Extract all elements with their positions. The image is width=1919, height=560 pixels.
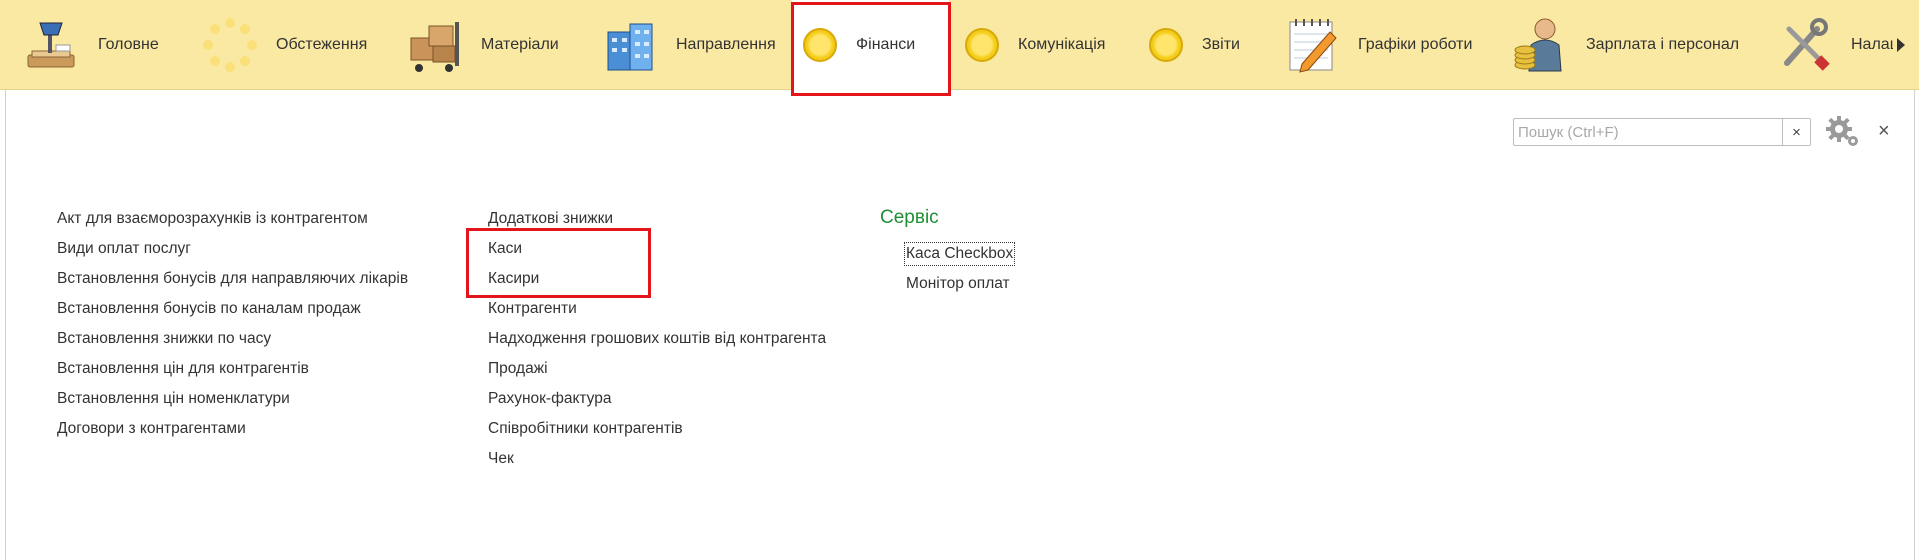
notepad-pencil-icon — [1282, 15, 1342, 75]
list-item[interactable]: Монітор оплат — [906, 274, 1010, 294]
gear-icon[interactable] — [1826, 116, 1860, 148]
yellow-circle-icon — [800, 15, 840, 75]
nav-item-salary[interactable]: Зарплата і персонал — [1510, 0, 1739, 90]
nav-item-settings[interactable]: Налаш — [1775, 0, 1893, 90]
list-item-kasy[interactable]: Каси — [488, 239, 522, 259]
desk-lamp-icon — [22, 15, 82, 75]
nav-item-home[interactable]: Головне — [22, 0, 159, 90]
content-border-left — [5, 90, 6, 560]
list-item[interactable]: Надходження грошових коштів від контраге… — [488, 329, 826, 349]
list-item[interactable]: Продажі — [488, 359, 548, 379]
nav-item-label: Звіти — [1202, 36, 1240, 53]
search-input[interactable] — [1514, 119, 1792, 145]
nav-item-label: Направлення — [676, 36, 776, 53]
search-field[interactable]: × — [1513, 118, 1811, 146]
list-item-checkbox[interactable]: Каса Checkbox — [903, 242, 1016, 266]
list-item[interactable]: Співробітники контрагентів — [488, 419, 683, 439]
nav-item-materials[interactable]: Матеріали — [405, 0, 559, 90]
list-item[interactable]: Чек — [488, 449, 514, 469]
list-item[interactable]: Рахунок-фактура — [488, 389, 612, 409]
section-panel: Головне Обстеження Матеріали Направлення… — [0, 0, 1919, 90]
scroll-right-arrow-icon[interactable] — [1897, 38, 1905, 52]
yellow-circle-icon — [962, 15, 1002, 75]
nav-item-finance[interactable]: Фінанси — [792, 0, 949, 90]
nav-item-label: Графіки роботи — [1358, 36, 1473, 53]
nav-item-label: Матеріали — [481, 36, 559, 53]
loading-ring-icon — [200, 15, 260, 75]
nav-item-schedules[interactable]: Графіки роботи — [1282, 0, 1472, 90]
nav-item-reports[interactable]: Звіти — [1146, 0, 1240, 90]
list-item[interactable]: Додаткові знижки — [488, 209, 613, 229]
list-item[interactable]: Встановлення бонусів для направляючих лі… — [57, 269, 408, 289]
nav-item-label: Фінанси — [856, 36, 916, 53]
nav-item-communication[interactable]: Комунікація — [962, 0, 1105, 90]
clear-search-button[interactable]: × — [1782, 119, 1810, 145]
nav-item-label: Налаш — [1851, 36, 1893, 53]
list-item[interactable]: Договори з контрагентами — [57, 419, 246, 439]
boxes-cart-icon — [405, 15, 465, 75]
nav-item-exams[interactable]: Обстеження — [200, 0, 367, 90]
close-icon[interactable]: × — [1878, 119, 1890, 143]
list-item[interactable]: Встановлення знижки по часу — [57, 329, 271, 349]
nav-item-label: Обстеження — [276, 36, 368, 53]
list-item[interactable]: Встановлення бонусів по каналам продаж — [57, 299, 361, 319]
nav-item-label: Зарплата і персонал — [1586, 36, 1740, 53]
list-item[interactable]: Акт для взаєморозрахунків із контрагенто… — [57, 209, 368, 229]
list-item[interactable]: Встановлення цін номенклатури — [57, 389, 290, 409]
list-item[interactable]: Встановлення цін для контрагентів — [57, 359, 309, 379]
section-title-service: Сервіс — [880, 207, 939, 228]
list-item[interactable]: Види оплат послуг — [57, 239, 191, 259]
nav-item-label: Комунікація — [1018, 36, 1106, 53]
worker-coins-icon — [1510, 15, 1570, 75]
nav-item-referrals[interactable]: Направлення — [600, 0, 776, 90]
nav-item-label: Головне — [98, 36, 159, 53]
yellow-circle-icon — [1146, 15, 1186, 75]
content-border-right — [1914, 90, 1915, 560]
list-item[interactable]: Контрагенти — [488, 299, 577, 319]
building-icon — [600, 15, 660, 75]
tools-icon — [1775, 15, 1835, 75]
list-item-kasyry[interactable]: Касири — [488, 269, 539, 289]
